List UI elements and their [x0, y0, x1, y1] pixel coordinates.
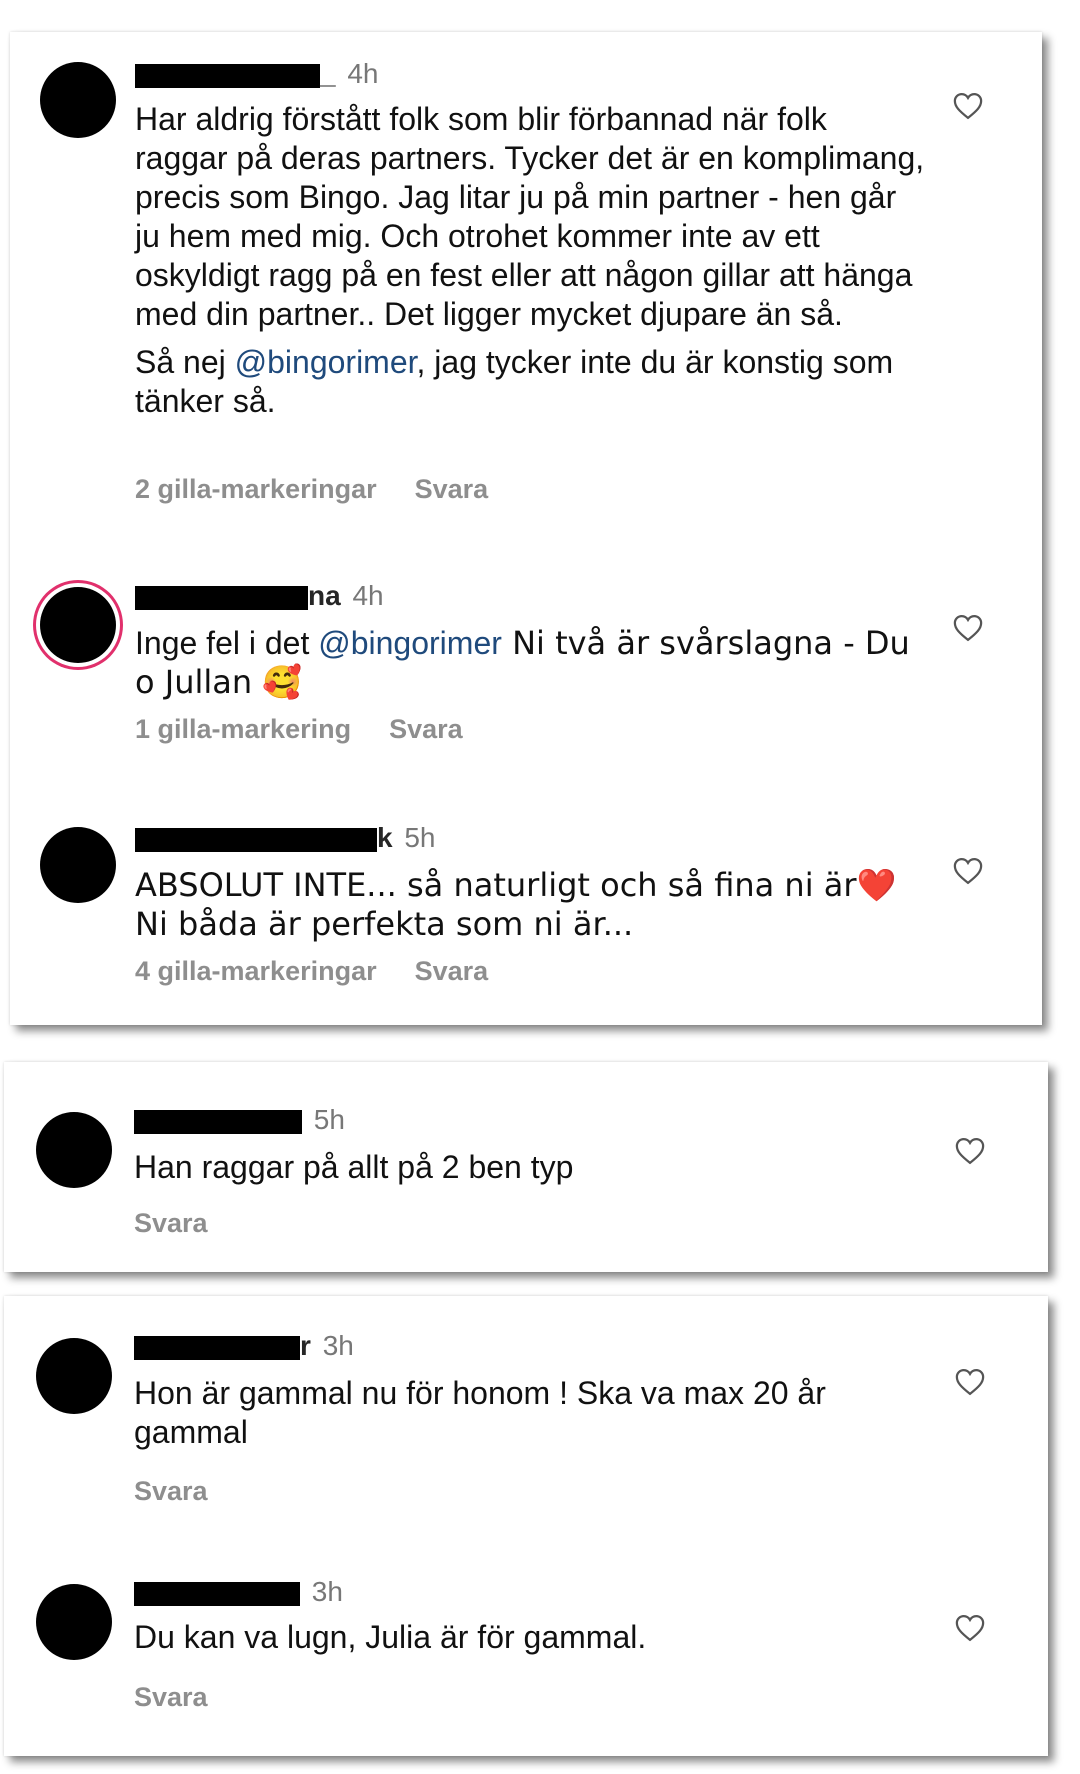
comment-text: Inge fel i det @bingorimer Ni två är svå… [135, 624, 910, 701]
username[interactable]: _ [320, 58, 336, 89]
likes-count[interactable]: 2 gilla-markeringar [135, 474, 377, 504]
comment-card-1: _ 4h Har aldrig förstått folk som blir f… [10, 32, 1042, 1025]
comment-meta: _ 4h [135, 58, 379, 90]
avatar[interactable] [40, 62, 116, 138]
heart-outline-icon[interactable] [955, 1368, 985, 1396]
redacted-username [135, 827, 377, 852]
comment-card-2: 5h Han raggar på allt på 2 ben typ Svara [4, 1062, 1048, 1272]
comment-text: ABSOLUT INTE... så naturligt och så fina… [135, 866, 897, 943]
comment-text: Du kan va lugn, Julia är för gammal. [134, 1619, 647, 1655]
avatar[interactable] [40, 827, 116, 903]
comment-actions: 4 gilla-markeringar Svara [135, 956, 488, 987]
comment-card-3: r 3h Hon är gammal nu för honom ! Ska va… [4, 1296, 1048, 1756]
comment-text: Hon är gammal nu för honom ! Ska va max … [134, 1375, 826, 1450]
heart-outline-icon[interactable] [953, 614, 983, 642]
timestamp: 3h [311, 1576, 343, 1607]
redacted-username [134, 1335, 300, 1360]
timestamp: 5h [313, 1104, 345, 1135]
comment-meta: r 3h [134, 1330, 354, 1362]
comment-actions: 1 gilla-markering Svara [135, 714, 463, 745]
redacted-username [134, 1109, 302, 1134]
redacted-username [135, 585, 308, 610]
heart-outline-icon[interactable] [953, 92, 983, 120]
comment-actions: Svara [134, 1476, 208, 1507]
timestamp: 4h [352, 580, 384, 611]
timestamp: 4h [347, 58, 379, 89]
comment-meta: na 4h [135, 580, 384, 612]
avatar[interactable] [36, 1584, 112, 1660]
likes-count[interactable]: 4 gilla-markeringar [135, 956, 377, 986]
comment-text: Han raggar på allt på 2 ben typ [134, 1149, 574, 1185]
comment-meta: k 5h [135, 822, 436, 854]
comment-actions: Svara [134, 1208, 208, 1239]
avatar[interactable] [36, 1112, 112, 1188]
reply-button[interactable]: Svara [415, 474, 489, 504]
username[interactable]: na [308, 580, 341, 611]
reply-button[interactable]: Svara [415, 956, 489, 986]
reply-button[interactable]: Svara [389, 714, 463, 744]
comment-meta: 5h [134, 1104, 345, 1136]
username[interactable]: r [300, 1330, 311, 1361]
heart-outline-icon[interactable] [955, 1137, 985, 1165]
reply-button[interactable]: Svara [134, 1476, 208, 1506]
heart-outline-icon[interactable] [953, 857, 983, 885]
mention-link[interactable]: @bingorimer [235, 344, 417, 380]
comment-text: Har aldrig förstått folk som blir förban… [135, 101, 925, 419]
timestamp: 3h [322, 1330, 354, 1361]
avatar[interactable] [36, 1338, 112, 1414]
redacted-username [134, 1581, 300, 1606]
comment-meta: 3h [134, 1576, 343, 1608]
username[interactable]: k [377, 822, 393, 853]
likes-count[interactable]: 1 gilla-markering [135, 714, 351, 744]
redacted-username [135, 63, 320, 88]
comment-actions: 2 gilla-markeringar Svara [135, 474, 488, 505]
heart-outline-icon[interactable] [955, 1614, 985, 1642]
mention-link[interactable]: @bingorimer [318, 625, 502, 661]
avatar-story-ring[interactable] [40, 587, 116, 663]
timestamp: 5h [404, 822, 436, 853]
reply-button[interactable]: Svara [134, 1682, 208, 1712]
reply-button[interactable]: Svara [134, 1208, 208, 1238]
comment-actions: Svara [134, 1682, 208, 1713]
